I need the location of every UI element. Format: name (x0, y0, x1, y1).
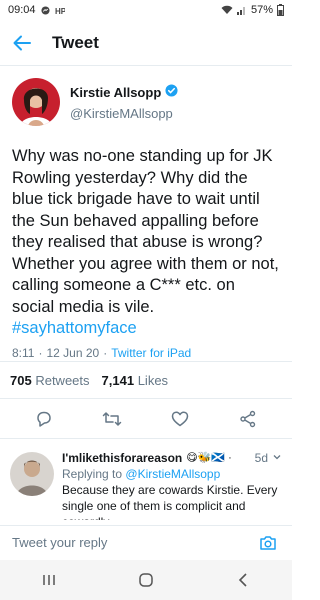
battery-icon (277, 4, 284, 16)
meta-separator: · (103, 345, 108, 360)
share-icon (240, 410, 256, 427)
tweet-meta: 8:11 · 12 Jun 20 · Twitter for iPad (12, 346, 280, 360)
signal-icon (236, 5, 247, 15)
share-button[interactable] (230, 401, 266, 437)
tweet-time: 8:11 (12, 345, 35, 360)
reply-text: Because they are cowards Kirstie. Every … (62, 483, 278, 520)
tweet-author[interactable]: Kirstie Allsopp @KirstieMAllsopp (12, 74, 280, 130)
status-time: 09:04 (8, 4, 36, 16)
tweet-body: Why was no-one standing up for JK Rowlin… (12, 147, 279, 316)
status-bar: 09:04 HP 57% (0, 0, 292, 20)
tweet-text: Why was no-one standing up for JK Rowlin… (12, 146, 280, 340)
reply-input[interactable] (12, 535, 256, 550)
author-avatar[interactable] (12, 78, 60, 126)
likes-count: 7,141 (101, 372, 135, 388)
verified-badge-icon (165, 83, 178, 102)
reply-author-emoji: 😋🐝🏴󠁧󠁢󠁳󠁣󠁴󠁿 · (186, 452, 232, 464)
svg-text:HP: HP (55, 7, 65, 15)
replying-to-handle[interactable]: @KirstieMAllsopp (125, 467, 220, 481)
reply-time: 5d (254, 451, 268, 465)
messenger-icon (40, 5, 50, 15)
camera-button[interactable] (256, 531, 280, 555)
reply-tweet[interactable]: I'mlikethisforareason 😋🐝🏴󠁧󠁢󠁳󠁣󠁴󠁿 · 5d Rep… (0, 440, 292, 520)
like-button[interactable] (162, 401, 198, 437)
chevron-left-icon (239, 573, 247, 587)
recents-icon (42, 575, 55, 585)
page-title: Tweet (52, 32, 99, 52)
app-notification-icon: HP (55, 6, 65, 15)
retweets-label: Retweets (35, 372, 90, 388)
tweet-date: 12 Jun 20 (46, 345, 100, 360)
tweet-hashtag[interactable]: #sayhattomyface (12, 319, 137, 337)
camera-icon (260, 535, 276, 550)
author-name: Kirstie Allsopp (70, 85, 162, 100)
reply-avatar[interactable] (10, 452, 54, 496)
wifi-icon (221, 5, 233, 15)
system-nav-bar (0, 560, 292, 600)
heart-icon (171, 410, 189, 426)
retweet-button[interactable] (94, 401, 130, 437)
likes-label: Likes (137, 372, 169, 388)
likes-stat[interactable]: 7,141 Likes (102, 373, 169, 388)
replying-to-prefix: Replying to (62, 467, 123, 481)
system-back-button[interactable] (223, 565, 263, 595)
back-button[interactable] (0, 20, 44, 66)
back-arrow-icon (13, 35, 31, 50)
tweet-actions (0, 399, 292, 439)
meta-separator: · (38, 345, 43, 360)
reply-composer (0, 525, 292, 559)
author-handle: @KirstieMAllsopp (70, 105, 173, 121)
battery-percent: 57% (250, 4, 273, 16)
reply-icon (37, 411, 51, 427)
app-bar: Tweet (0, 20, 292, 66)
replying-to: Replying to @KirstieMAllsopp (62, 466, 282, 482)
home-button[interactable] (126, 565, 166, 595)
tweet-detail: Kirstie Allsopp @KirstieMAllsopp Why was… (0, 66, 292, 360)
reply-button[interactable] (26, 401, 62, 437)
tweet-stats: 705 Retweets 7,141 Likes (0, 361, 292, 399)
reply-author-name: I'mlikethisforareason (62, 451, 183, 465)
retweets-count: 705 (10, 372, 32, 388)
chevron-down-icon[interactable] (272, 450, 282, 466)
home-icon (139, 573, 153, 587)
tweet-source-link[interactable]: Twitter for iPad (111, 346, 191, 360)
recents-button[interactable] (29, 565, 69, 595)
retweets-stat[interactable]: 705 Retweets (10, 373, 90, 388)
retweet-icon (102, 411, 122, 426)
